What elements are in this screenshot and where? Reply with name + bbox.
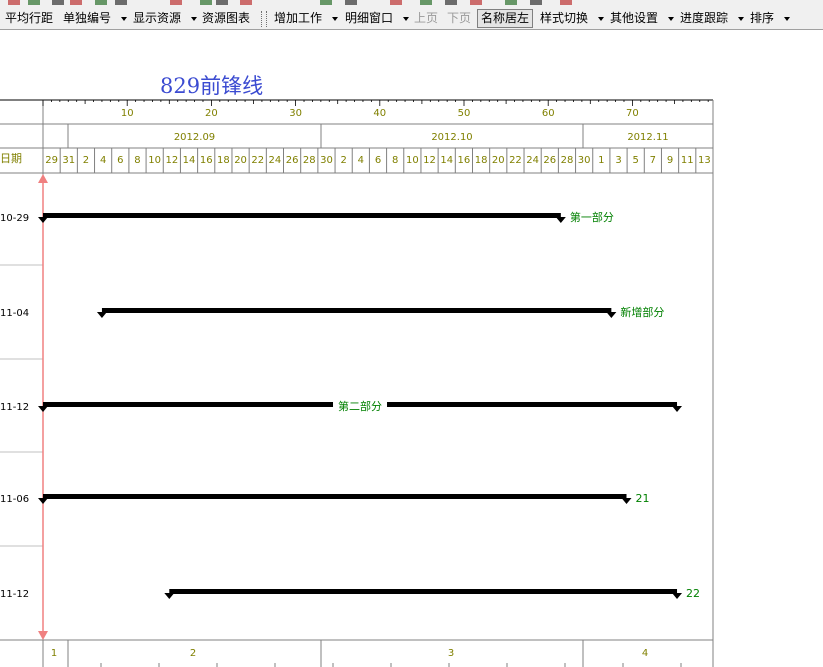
day-label: 16 (458, 155, 471, 166)
day-label: 12 (165, 155, 178, 166)
day-label: 7 (650, 155, 656, 166)
ruler-label: 20 (205, 108, 218, 119)
task-start-marker (38, 406, 48, 412)
row-date: 11-06 (0, 494, 29, 505)
footer-label: 4 (642, 648, 648, 659)
day-label: 4 (358, 155, 364, 166)
day-label: 4 (100, 155, 106, 166)
date-header-label: 日期 (0, 152, 22, 165)
day-label: 24 (526, 155, 539, 166)
day-label: 30 (578, 155, 591, 166)
day-label: 24 (269, 155, 282, 166)
task-end-marker (672, 406, 683, 412)
day-label: 20 (492, 155, 505, 166)
task-end-marker (555, 217, 566, 223)
task-bar[interactable] (43, 213, 561, 218)
day-label: 30 (320, 155, 333, 166)
day-label: 5 (633, 155, 639, 166)
task-end-marker (621, 498, 632, 504)
task-bar[interactable] (101, 308, 612, 313)
gantt-chart[interactable]: 10 20 30 40 50 60 702012.09 2012.10 2012.11日期 29 3… (0, 0, 823, 667)
task-end-marker (672, 593, 683, 599)
day-label: 9 (667, 155, 673, 166)
task-label: 第二部分 (338, 399, 382, 413)
day-label: 28 (303, 155, 316, 166)
footer-label: 2 (190, 648, 196, 659)
task-end-marker (606, 312, 617, 318)
task-label: 第一部分 (570, 210, 614, 224)
day-label: 8 (134, 155, 140, 166)
ruler-label: 40 (373, 108, 386, 119)
day-label: 31 (62, 155, 75, 166)
day-label: 2 (83, 155, 89, 166)
day-label: 6 (117, 155, 123, 166)
day-label: 13 (698, 155, 711, 166)
frontline-arrow-down-icon (38, 631, 48, 640)
row-date: 11-12 (0, 402, 29, 413)
month-label: 2012.10 (431, 132, 472, 143)
day-label: 22 (251, 155, 264, 166)
day-label: 10 (148, 155, 161, 166)
ruler-label: 30 (289, 108, 302, 119)
day-label: 14 (440, 155, 453, 166)
day-label: 2 (340, 155, 346, 166)
footer-label: 1 (51, 648, 57, 659)
footer-label: 3 (448, 648, 454, 659)
task-label: 新增部分 (620, 305, 664, 319)
day-label: 18 (217, 155, 230, 166)
day-label: 8 (392, 155, 398, 166)
month-label: 2012.09 (174, 132, 215, 143)
day-label: 1 (598, 155, 604, 166)
ruler-label: 10 (121, 108, 134, 119)
day-label: 6 (375, 155, 381, 166)
frontline-arrow-up-icon (38, 174, 48, 183)
day-label: 16 (200, 155, 213, 166)
task-bar[interactable] (169, 589, 678, 594)
day-label: 20 (234, 155, 247, 166)
day-label: 3 (615, 155, 621, 166)
task-start-marker (38, 498, 48, 504)
task-label: 22 (686, 587, 700, 600)
row-date: 10-29 (0, 213, 29, 224)
task-start-marker (164, 593, 175, 599)
ruler-label: 50 (458, 108, 471, 119)
month-label: 2012.11 (627, 132, 668, 143)
day-label: 26 (286, 155, 299, 166)
day-label: 18 (475, 155, 488, 166)
day-label: 22 (509, 155, 522, 166)
day-label: 11 (681, 155, 694, 166)
row-date: 11-04 (0, 308, 29, 319)
task-start-marker (96, 312, 107, 318)
day-label: 26 (543, 155, 556, 166)
row-date: 11-12 (0, 589, 29, 600)
task-label: 21 (636, 492, 650, 505)
task-bar[interactable] (43, 494, 627, 499)
day-label: 29 (45, 155, 58, 166)
day-label: 28 (561, 155, 574, 166)
day-label: 14 (183, 155, 196, 166)
day-label: 12 (423, 155, 436, 166)
ruler-label: 60 (542, 108, 555, 119)
ruler-label: 70 (626, 108, 639, 119)
task-start-marker (38, 217, 48, 223)
day-label: 10 (406, 155, 419, 166)
